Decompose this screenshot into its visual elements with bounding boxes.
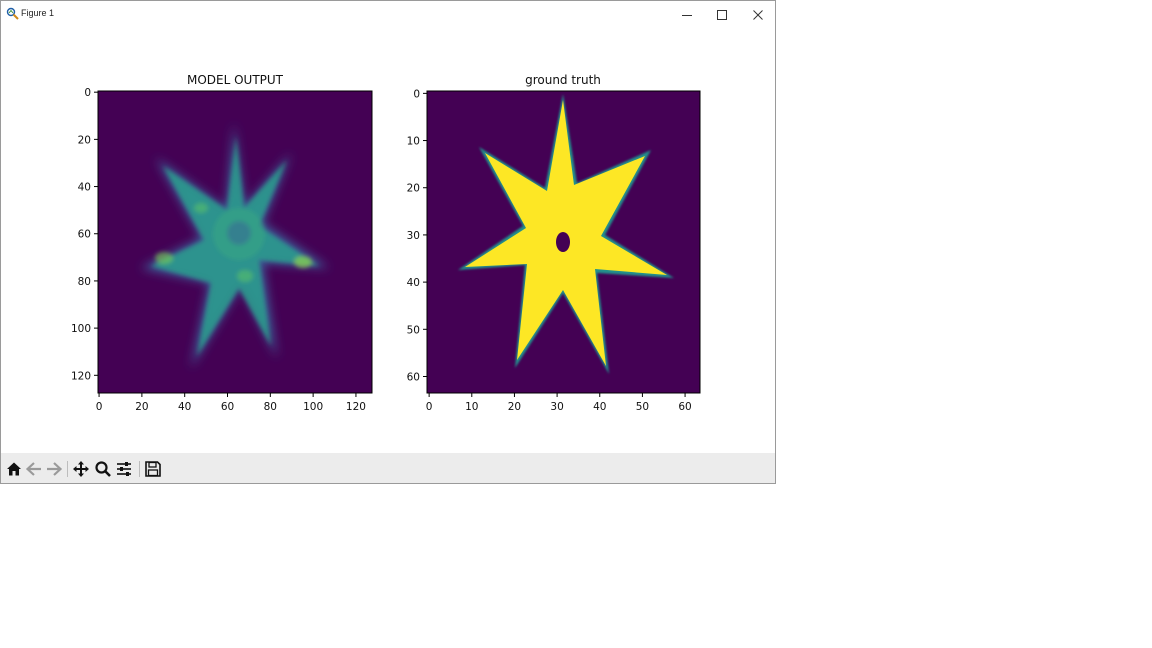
chart-title: MODEL OUTPUT — [187, 73, 284, 87]
figure-canvas[interactable]: MODEL OUTPUT 0 20 40 60 80 100 120 02040… — [1, 28, 775, 453]
pan-button[interactable] — [72, 460, 90, 478]
back-arrow-icon — [25, 462, 41, 476]
y-tick-label: 60 — [78, 229, 91, 241]
x-axis-ticks: 0 20 40 60 80 100 120 — [96, 393, 366, 413]
y-tick-label: 20 — [407, 183, 420, 195]
pan-move-icon — [73, 461, 89, 477]
x-tick-label: 0 — [96, 401, 103, 413]
x-tick-label: 120 — [346, 401, 366, 413]
toolbar-separator — [67, 461, 68, 477]
forward-button[interactable] — [45, 460, 63, 478]
close-icon — [753, 9, 763, 20]
toolbar-separator — [139, 461, 140, 477]
y-axis-ticks: 0 10 20 30 40 50 60 — [407, 88, 427, 383]
y-tick-label: 40 — [407, 277, 420, 289]
floppy-disk-icon — [145, 461, 161, 477]
home-icon — [7, 462, 21, 476]
x-tick-label: 40 — [593, 401, 606, 413]
forward-arrow-icon — [47, 462, 63, 476]
y-tick-label: 120 — [71, 370, 91, 382]
x-tick-label: 20 — [508, 401, 521, 413]
y-axis-ticks: 0 20 40 60 80 100 120 — [71, 87, 98, 382]
zoom-button[interactable] — [94, 460, 112, 478]
matplotlib-figure-icon — [6, 6, 20, 20]
x-tick-label: 30 — [550, 401, 563, 413]
y-tick-label: 60 — [407, 371, 420, 383]
x-tick-label: 20 — [135, 401, 148, 413]
y-tick-label: 0 — [413, 88, 420, 100]
chart-title: ground truth — [525, 73, 601, 87]
configure-subplots-button[interactable] — [115, 460, 133, 478]
y-tick-label: 20 — [78, 134, 91, 146]
minimize-button[interactable] — [669, 1, 705, 28]
x-tick-label: 60 — [221, 401, 234, 413]
star-center-hole — [556, 232, 570, 252]
y-tick-label: 100 — [71, 323, 91, 335]
y-tick-label: 50 — [407, 324, 420, 336]
x-tick-label: 50 — [636, 401, 649, 413]
minimize-icon — [682, 14, 692, 16]
title-bar[interactable]: Figure 1 — [1, 1, 775, 28]
y-tick-label: 40 — [78, 182, 91, 194]
maximize-icon — [717, 9, 727, 20]
x-tick-label: 80 — [264, 401, 277, 413]
y-tick-label: 30 — [407, 230, 420, 242]
maximize-button[interactable] — [704, 1, 740, 28]
y-tick-label: 10 — [407, 136, 420, 148]
x-tick-label: 40 — [178, 401, 191, 413]
home-button[interactable] — [5, 460, 23, 478]
x-tick-label: 0 — [426, 401, 433, 413]
save-button[interactable] — [144, 460, 162, 478]
window-title: Figure 1 — [21, 8, 55, 18]
sliders-icon — [117, 462, 131, 476]
back-button[interactable] — [25, 460, 43, 478]
navigation-toolbar — [1, 453, 775, 483]
close-button[interactable] — [740, 1, 776, 28]
subplot-model-output: MODEL OUTPUT 0 20 40 60 80 100 120 02040… — [71, 73, 373, 413]
figure-window: Figure 1 MODEL OUTPUT 0 20 40 60 80 100 … — [0, 0, 776, 484]
x-tick-label: 10 — [465, 401, 478, 413]
y-tick-label: 0 — [84, 87, 91, 99]
x-tick-label: 100 — [303, 401, 323, 413]
y-tick-label: 80 — [78, 276, 91, 288]
subplot-ground-truth: ground truth 0 10 20 30 40 50 60 0 10 20 30 40 50 60 — [407, 73, 701, 413]
zoom-magnifier-icon — [95, 461, 111, 477]
x-tick-label: 60 — [678, 401, 691, 413]
x-axis-ticks: 0 10 20 30 40 50 60 — [426, 393, 692, 413]
